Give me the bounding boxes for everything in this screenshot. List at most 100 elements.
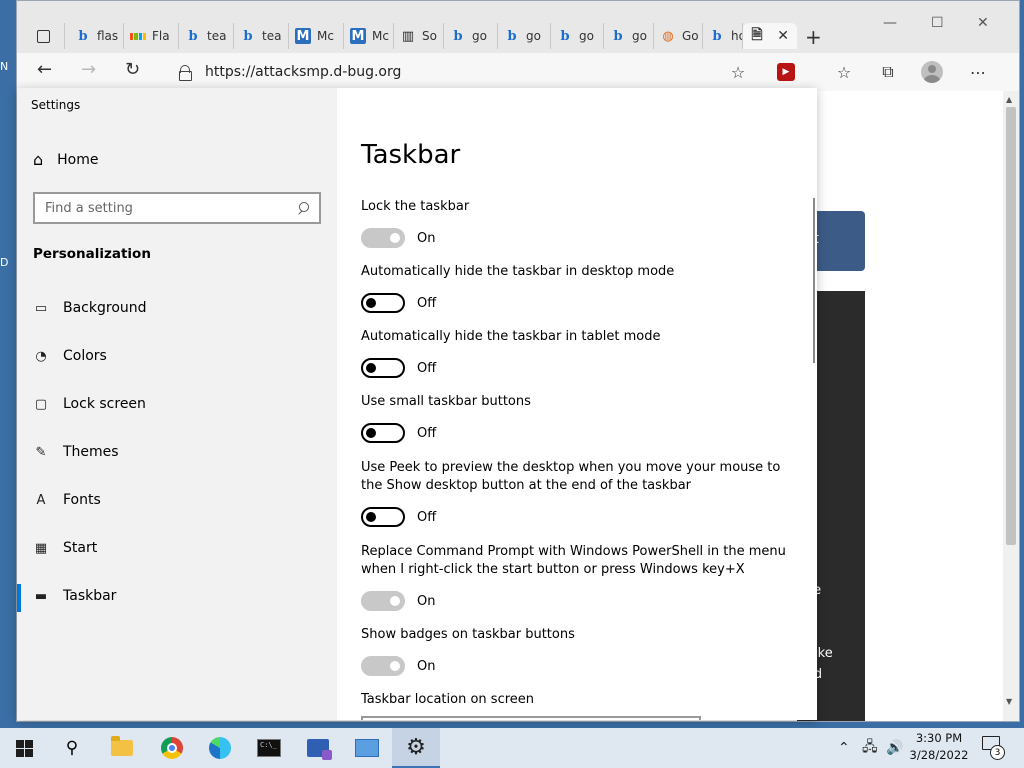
nav-item-label: Themes bbox=[63, 444, 119, 460]
setting-label: Replace Command Prompt with Windows Powe… bbox=[361, 544, 786, 577]
taskbar-location-label: Taskbar location on screen bbox=[361, 692, 535, 707]
nav-item-themes[interactable]: ✎ Themes bbox=[33, 444, 119, 460]
command-prompt-icon: C:\_ bbox=[257, 739, 281, 757]
network-icon[interactable]: 🖧 bbox=[862, 728, 878, 768]
search-icon[interactable] bbox=[297, 202, 309, 214]
taskbar-location-dropdown[interactable] bbox=[361, 716, 701, 720]
browser-tab[interactable]: bho bbox=[703, 23, 743, 49]
nav-item-fonts[interactable]: A Fonts bbox=[33, 492, 101, 508]
browser-tab[interactable]: Fla bbox=[124, 23, 179, 49]
refresh-icon[interactable]: ↻ bbox=[125, 59, 140, 80]
show-hidden-icons[interactable]: ⌃ bbox=[838, 728, 850, 768]
settings-window: Settings ⌂ Home Personalization ▭ Backgro… bbox=[17, 88, 817, 720]
browser-tab[interactable]: b flas bbox=[69, 23, 124, 49]
nav-item-colors[interactable]: ◔ Colors bbox=[33, 348, 107, 364]
action-center-button[interactable]: 3 bbox=[982, 736, 1005, 760]
command-prompt-button[interactable]: C:\_ bbox=[245, 728, 293, 768]
forward-icon[interactable]: → bbox=[81, 59, 96, 80]
favorites-icon[interactable]: ☆ bbox=[831, 59, 857, 85]
nav-item-taskbar[interactable]: ▬ Taskbar bbox=[33, 588, 117, 604]
browser-tab[interactable]: b go bbox=[604, 23, 654, 49]
address-bar[interactable]: https://attacksmp.d-bug.org bbox=[177, 59, 757, 85]
tab-title: go bbox=[632, 29, 647, 43]
scroll-up-icon[interactable]: ▲ bbox=[1006, 95, 1012, 104]
maximize-icon[interactable]: ☐ bbox=[931, 15, 944, 31]
browser-tab[interactable]: M Mc bbox=[344, 23, 394, 49]
nav-item-label: Lock screen bbox=[63, 396, 146, 412]
content-scrollbar[interactable] bbox=[813, 198, 815, 363]
browser-tab[interactable]: M Mc bbox=[289, 23, 344, 49]
toggle-switch[interactable] bbox=[361, 591, 405, 611]
more-options-icon[interactable]: ⋯ bbox=[965, 59, 991, 85]
toggle-switch[interactable] bbox=[361, 358, 405, 378]
system-clock[interactable]: 3:30 PM 3/28/2022 bbox=[908, 730, 970, 764]
toggle-switch[interactable] bbox=[361, 228, 405, 248]
nav-item-background[interactable]: ▭ Background bbox=[33, 300, 147, 316]
nav-item-lock-screen[interactable]: ▢ Lock screen bbox=[33, 396, 146, 412]
tab-title: Fla bbox=[152, 29, 170, 43]
browser-tab[interactable]: ◍ Go bbox=[654, 23, 703, 49]
tab-actions[interactable] bbox=[29, 23, 65, 49]
bing-icon: b bbox=[453, 28, 463, 44]
search-icon: ⚲ bbox=[65, 738, 79, 758]
nav-item-label: Fonts bbox=[63, 492, 101, 508]
toggle-switch[interactable] bbox=[361, 656, 405, 676]
home-nav-item[interactable]: ⌂ Home bbox=[33, 150, 99, 169]
new-tab-button[interactable]: + bbox=[805, 25, 822, 49]
settings-taskbar-button[interactable]: ⚙ bbox=[392, 728, 440, 768]
so-icon: ▥ bbox=[401, 28, 415, 44]
edge-button[interactable] bbox=[196, 728, 244, 768]
toggle-switch[interactable] bbox=[361, 293, 405, 313]
setting-label: Show badges on taskbar buttons bbox=[361, 627, 575, 642]
add-favorite-icon[interactable]: ☆ bbox=[725, 59, 751, 85]
bing-icon: b bbox=[78, 28, 88, 44]
minimize-icon[interactable]: — bbox=[883, 15, 897, 31]
page-scrollbar[interactable]: ▲ ▼ bbox=[1003, 91, 1019, 721]
toggle-state: Off bbox=[417, 295, 437, 311]
search-taskbar-button[interactable]: ⚲ bbox=[48, 728, 96, 768]
network-app-button[interactable] bbox=[294, 728, 342, 768]
m-icon: M bbox=[350, 28, 366, 44]
control-panel-icon bbox=[355, 739, 379, 757]
bing-icon: b bbox=[560, 28, 570, 44]
page-icon: 🗎 bbox=[751, 27, 763, 43]
find-setting-search-box[interactable] bbox=[33, 192, 321, 224]
toggle-switch[interactable] bbox=[361, 507, 405, 527]
control-panel-button[interactable] bbox=[343, 728, 391, 768]
start-button[interactable] bbox=[0, 728, 48, 768]
nav-item-start[interactable]: ▦ Start bbox=[33, 540, 97, 556]
close-window-icon[interactable]: ✕ bbox=[977, 15, 989, 31]
taskbar-setting: Show badges on taskbar buttons On bbox=[361, 626, 791, 676]
browser-tab[interactable]: b go bbox=[498, 23, 551, 49]
profile-icon[interactable] bbox=[919, 59, 945, 85]
taskbar-setting: Automatically hide the taskbar in tablet… bbox=[361, 328, 791, 378]
tab-title: tea bbox=[262, 29, 282, 43]
toggle-row: Off bbox=[361, 358, 791, 378]
chrome-button[interactable] bbox=[148, 728, 196, 768]
home-icon: ⌂ bbox=[33, 150, 44, 169]
browser-tab[interactable]: b tea bbox=[179, 23, 234, 49]
browser-tab[interactable]: b go bbox=[444, 23, 498, 49]
back-icon[interactable]: ← bbox=[37, 59, 52, 80]
tab-title: ho bbox=[731, 29, 742, 43]
browser-tab[interactable]: b tea bbox=[234, 23, 289, 49]
tab-title: Mc bbox=[317, 29, 334, 43]
collections-icon[interactable]: ⧉ bbox=[875, 59, 901, 85]
scroll-down-icon[interactable]: ▼ bbox=[1006, 697, 1012, 706]
toggle-switch[interactable] bbox=[361, 423, 405, 443]
active-tab[interactable]: 🗎 ✕ bbox=[743, 23, 797, 49]
search-input[interactable] bbox=[45, 200, 297, 216]
file-explorer-button[interactable] bbox=[98, 728, 146, 768]
scroll-thumb[interactable] bbox=[1006, 107, 1016, 545]
toggle-row: Off bbox=[361, 507, 791, 527]
microsoft-icon bbox=[130, 28, 146, 44]
lock-icon[interactable] bbox=[179, 65, 192, 81]
browser-tab[interactable]: b go bbox=[551, 23, 604, 49]
notification-count: 3 bbox=[990, 745, 1005, 760]
volume-icon[interactable]: 🔊 bbox=[886, 728, 903, 768]
taskbar-setting: Use Peek to preview the desktop when you… bbox=[361, 459, 791, 527]
settings-nav-pane: Settings ⌂ Home Personalization ▭ Backgro… bbox=[17, 88, 337, 720]
browser-tab[interactable]: ▥ So bbox=[394, 23, 444, 49]
youtube-extension-icon[interactable]: ▶ bbox=[773, 59, 799, 85]
close-tab-icon[interactable]: ✕ bbox=[777, 28, 789, 44]
